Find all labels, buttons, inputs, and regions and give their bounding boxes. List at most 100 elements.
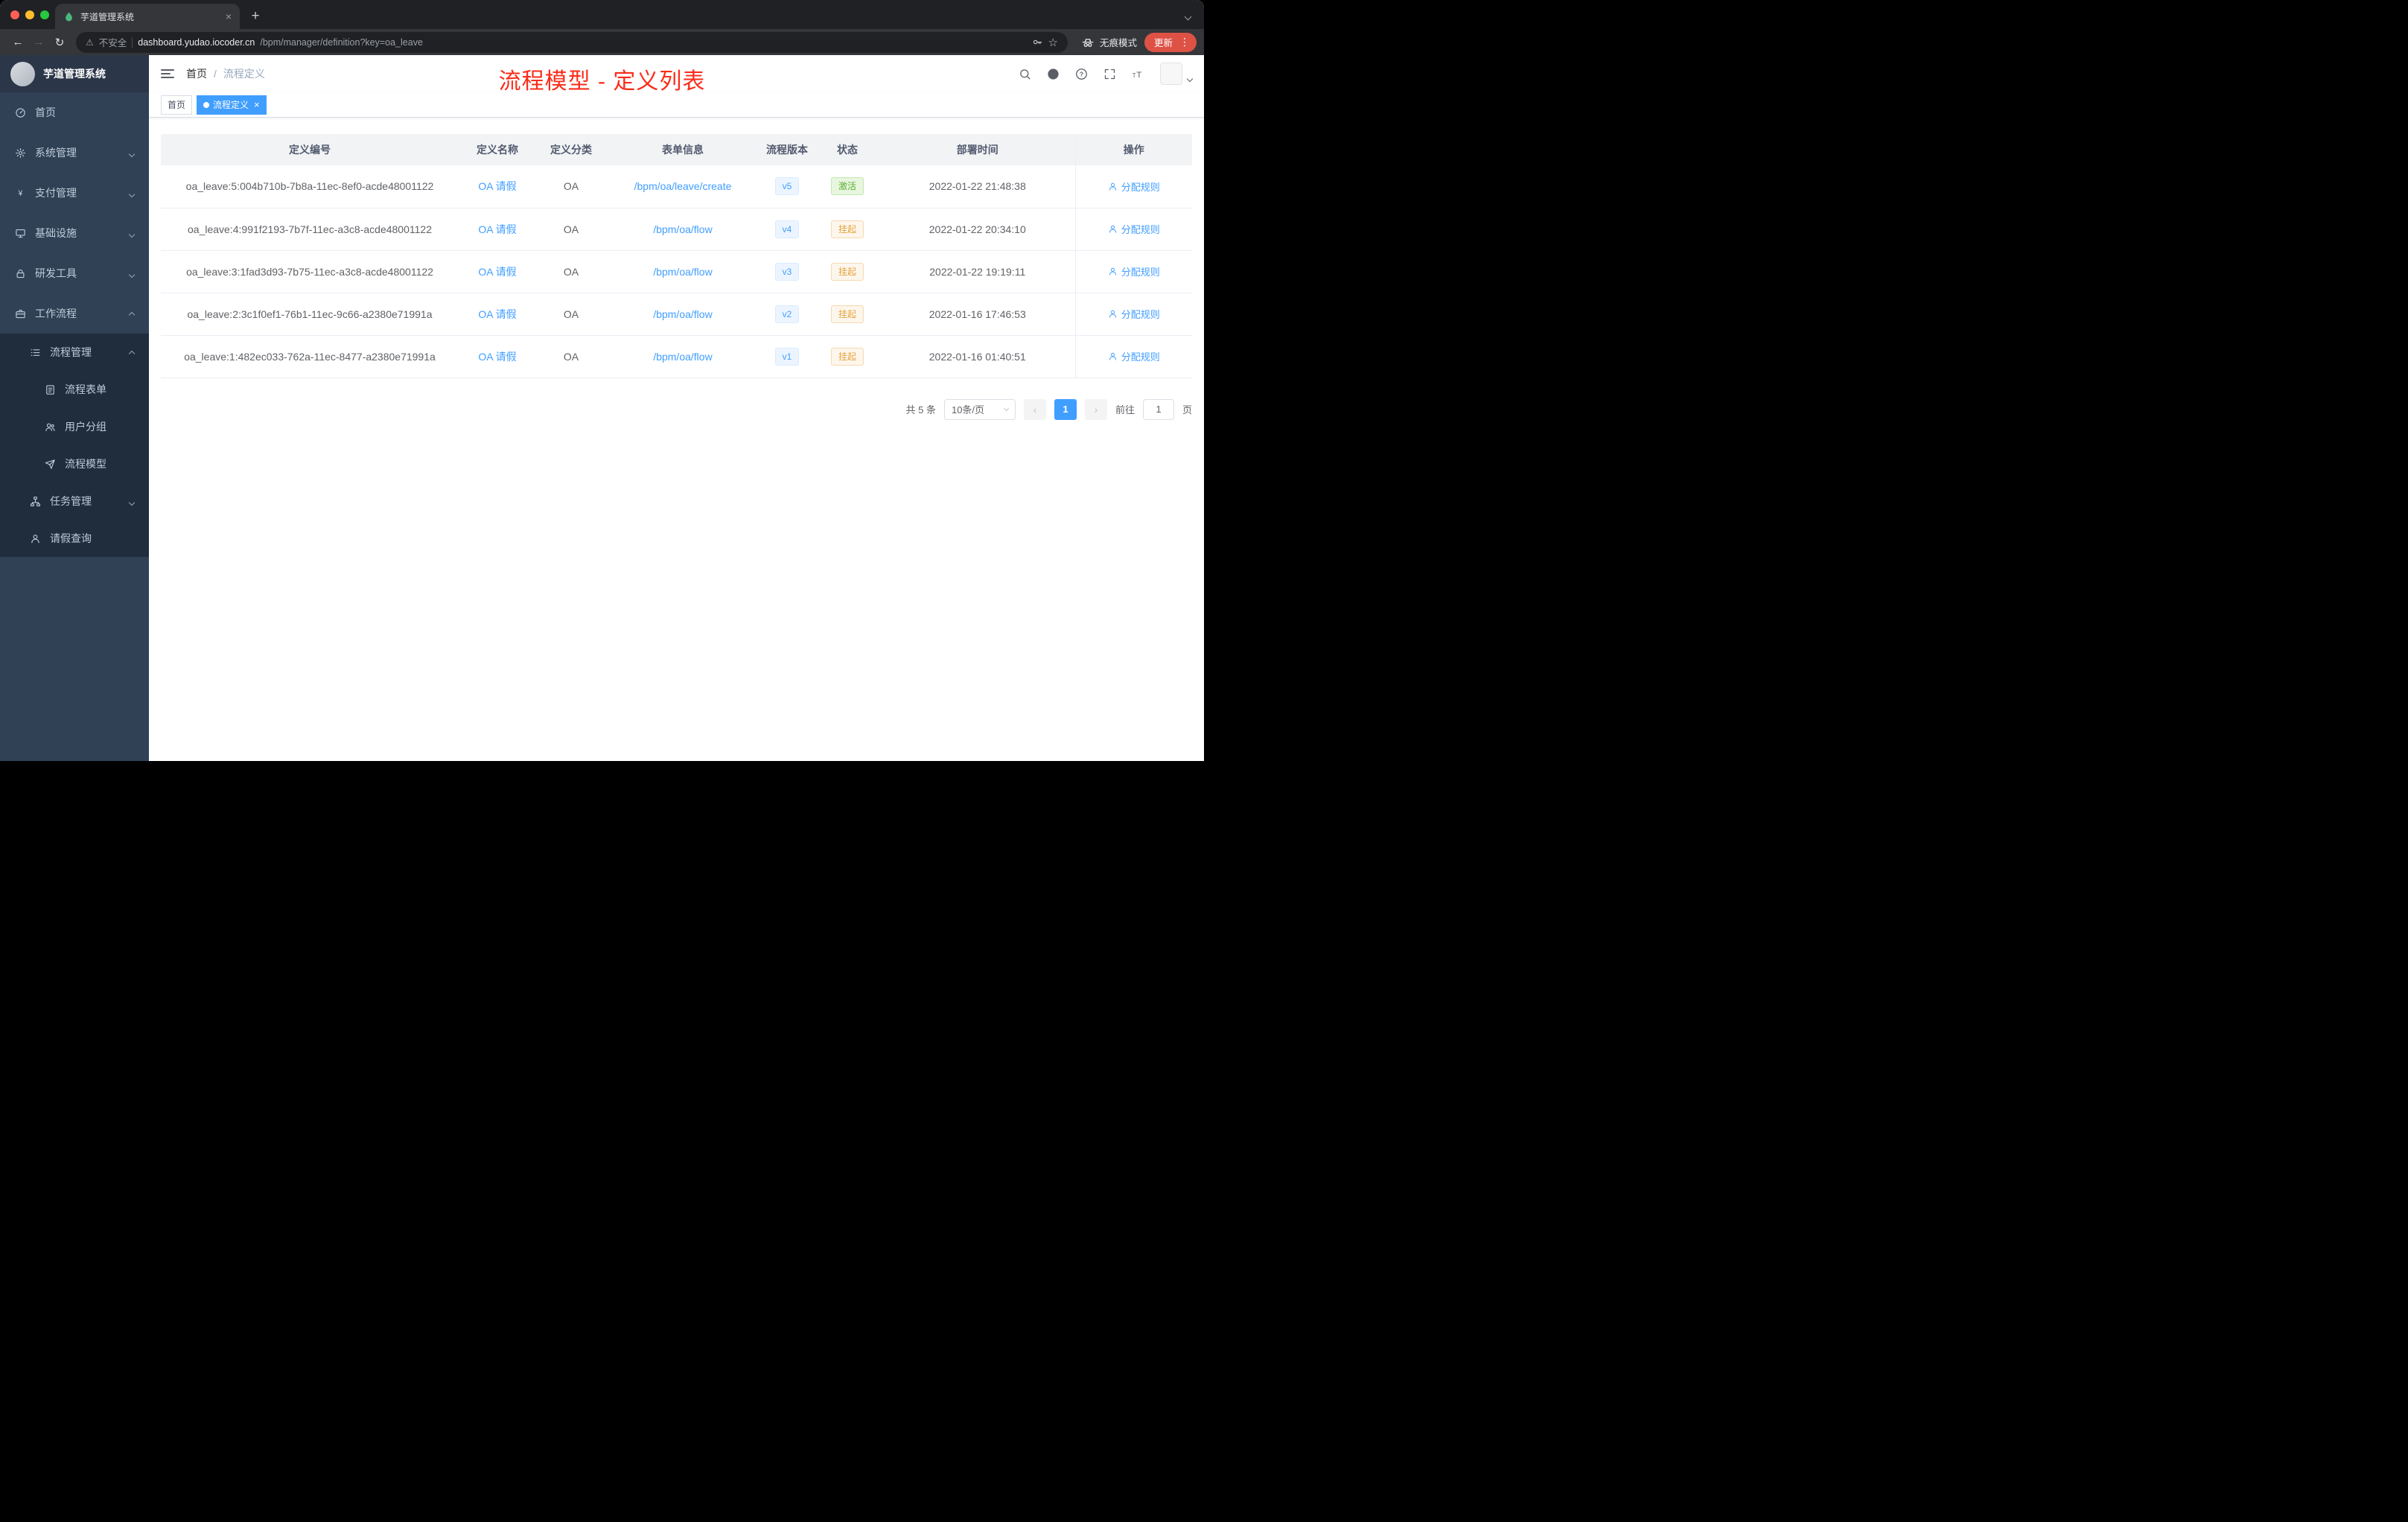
status-badge: 挂起: [830, 262, 864, 281]
sidebar-item-process-model[interactable]: 流程模型: [0, 445, 149, 483]
sidebar-item-user-group[interactable]: 用户分组: [0, 408, 149, 445]
page-1-button[interactable]: 1: [1054, 398, 1077, 420]
definition-name-link[interactable]: OA 请假: [478, 223, 516, 235]
breadcrumb-home[interactable]: 首页: [186, 66, 207, 81]
bookmark-star-icon[interactable]: ☆: [1048, 36, 1058, 49]
form-info-link[interactable]: /bpm/oa/flow: [653, 308, 712, 320]
window-zoom-button[interactable]: [40, 10, 49, 19]
sidebar-item-leave-query[interactable]: 请假查询: [0, 520, 149, 557]
assign-rule-link[interactable]: 分配规则: [1108, 307, 1160, 321]
briefcase-icon: [15, 308, 26, 319]
browser-menu-icon[interactable]: ⋮: [1179, 36, 1190, 48]
assign-rule-link[interactable]: 分配规则: [1108, 264, 1160, 278]
table-row: oa_leave:2:3c1f0ef1-76b1-11ec-9c66-a2380…: [161, 293, 1192, 336]
tab-search-icon[interactable]: [1184, 10, 1192, 23]
sidebar-logo[interactable]: 芋道管理系统: [0, 55, 149, 92]
assign-rule-link[interactable]: 分配规则: [1108, 222, 1160, 236]
prev-page-button[interactable]: ‹: [1023, 398, 1046, 420]
goto-page-input[interactable]: [1142, 398, 1174, 420]
column-header: 状态: [815, 134, 880, 165]
svg-text:?: ?: [1080, 70, 1083, 77]
cell-operations: 分配规则: [1074, 165, 1192, 208]
user-dropdown[interactable]: [1160, 63, 1194, 85]
definition-name-link[interactable]: OA 请假: [478, 180, 516, 192]
gear-icon: [15, 147, 26, 159]
hamburger-icon[interactable]: [161, 69, 174, 78]
cell-deploy-time: 2022-01-22 19:19:11: [880, 250, 1075, 293]
tag-item[interactable]: 流程定义 ×: [197, 95, 267, 115]
sidebar-item-task-mgmt[interactable]: 任务管理: [0, 483, 149, 520]
sidebar-item-home[interactable]: 首页: [0, 92, 149, 133]
fullscreen-icon[interactable]: [1103, 68, 1116, 80]
cell-operations: 分配规则: [1074, 250, 1192, 293]
search-icon[interactable]: [1019, 68, 1031, 80]
assign-rule-link[interactable]: 分配规则: [1108, 349, 1160, 363]
app-title: 芋道管理系统: [43, 68, 106, 80]
cell-category: OA: [536, 335, 606, 378]
user-icon: [1108, 309, 1118, 319]
chevron-down-icon: [1186, 75, 1194, 83]
navbar-actions: ? T T: [1019, 63, 1194, 85]
page-size-select[interactable]: 10条/页: [943, 398, 1016, 420]
sidebar-item-process-mgmt[interactable]: 流程管理: [0, 334, 149, 371]
form-info-link[interactable]: /bpm/oa/flow: [653, 223, 712, 235]
forward-icon[interactable]: →: [28, 36, 49, 48]
reload-icon[interactable]: ↻: [49, 36, 70, 49]
omnibox-divider: [132, 36, 133, 48]
address-bar[interactable]: ⚠ 不安全 dashboard.yudao.iocoder.cn/bpm/man…: [76, 31, 1068, 53]
back-icon[interactable]: ←: [7, 36, 28, 48]
window-controls: [10, 10, 49, 19]
incognito-indicator: 无痕模式: [1081, 35, 1137, 49]
sidebar-item-dev-tools[interactable]: 研发工具: [0, 253, 149, 293]
sidebar-item-infrastructure[interactable]: 基础设施: [0, 213, 149, 253]
password-key-icon[interactable]: [1032, 36, 1043, 48]
annotation-title: 流程模型 - 定义列表: [498, 69, 706, 94]
cell-version: v1: [759, 335, 815, 378]
svg-text:¥: ¥: [18, 188, 23, 197]
goto-suffix: 页: [1182, 404, 1192, 415]
cell-category: OA: [536, 293, 606, 336]
sidebar-item-workflow[interactable]: 工作流程: [0, 293, 149, 334]
dashboard-icon: [15, 107, 26, 118]
window-minimize-button[interactable]: [25, 10, 34, 19]
definition-name-link[interactable]: OA 请假: [478, 351, 516, 363]
cell-operations: 分配规则: [1074, 293, 1192, 336]
sidebar-item-process-form[interactable]: 流程表单: [0, 371, 149, 408]
cell-category: OA: [536, 165, 606, 208]
tag-item[interactable]: 首页: [161, 95, 193, 115]
question-icon[interactable]: ?: [1075, 68, 1088, 80]
user-icon: [30, 533, 41, 544]
breadcrumb-current: 流程定义: [223, 68, 265, 80]
new-tab-button[interactable]: +: [244, 5, 267, 28]
form-info-link[interactable]: /bpm/oa/flow: [653, 266, 712, 278]
browser-update-button[interactable]: 更新 ⋮: [1144, 32, 1197, 52]
yen-icon: ¥: [15, 188, 26, 199]
definition-name-link[interactable]: OA 请假: [478, 308, 516, 320]
svg-text:T: T: [1133, 71, 1136, 78]
cell-status: 激活: [815, 165, 880, 208]
assign-rule-link[interactable]: 分配规则: [1108, 179, 1160, 194]
table-body: oa_leave:5:004b710b-7b8a-11ec-8ef0-acde4…: [161, 165, 1192, 378]
font-size-icon[interactable]: TT: [1132, 68, 1144, 80]
form-info-link[interactable]: /bpm/oa/leave/create: [634, 180, 732, 192]
table-row: oa_leave:5:004b710b-7b8a-11ec-8ef0-acde4…: [161, 165, 1192, 208]
sidebar-item-system-mgmt[interactable]: 系统管理: [0, 133, 149, 173]
window-close-button[interactable]: [10, 10, 19, 19]
form-info-link[interactable]: /bpm/oa/flow: [653, 351, 712, 363]
github-icon[interactable]: [1047, 68, 1060, 80]
incognito-label: 无痕模式: [1099, 38, 1137, 48]
avatar[interactable]: [1160, 63, 1182, 85]
chevron-down-icon: [128, 227, 136, 239]
tag-close-icon[interactable]: ×: [254, 99, 260, 110]
cell-definition-name: OA 请假: [459, 250, 536, 293]
tab-close-icon[interactable]: ×: [226, 10, 232, 22]
browser-tab[interactable]: 芋道管理系统 ×: [55, 4, 240, 29]
svg-text:T: T: [1136, 70, 1141, 79]
security-warning-icon: ⚠: [86, 36, 94, 48]
sidebar-item-payment-mgmt[interactable]: ¥ 支付管理: [0, 173, 149, 213]
definition-name-link[interactable]: OA 请假: [478, 266, 516, 278]
status-badge: 挂起: [830, 220, 864, 238]
column-header: 定义分类: [536, 134, 606, 165]
next-page-button[interactable]: ›: [1084, 398, 1107, 420]
cell-definition-id: oa_leave:3:1fad3d93-7b75-11ec-a3c8-acde4…: [161, 250, 459, 293]
